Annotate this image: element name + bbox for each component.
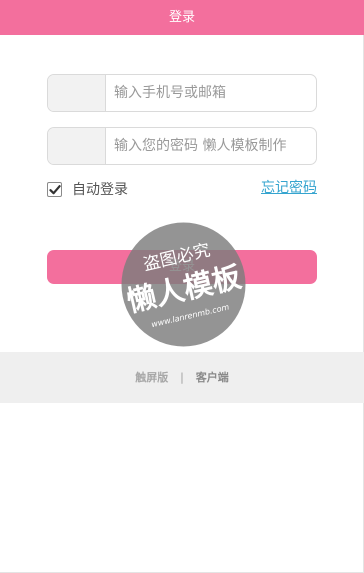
watermark-stamp: 盗图必究 懒人模板 www.lanrenmb.com	[121, 222, 246, 347]
remember-checkbox[interactable]	[47, 181, 62, 197]
username-input[interactable]	[107, 75, 316, 111]
remember-label[interactable]: 自动登录	[72, 179, 128, 199]
password-input[interactable]	[107, 128, 316, 164]
checkmark-icon	[49, 184, 61, 194]
client-link[interactable]: 客户端	[196, 371, 229, 384]
remember-row[interactable]: 自动登录	[47, 178, 128, 200]
watermark-line3: www.lanrenmb.com	[150, 302, 230, 329]
login-button[interactable]: 登录	[47, 250, 317, 284]
forgot-password-link[interactable]: 忘记密码	[261, 178, 317, 198]
password-prefix-box	[48, 128, 106, 164]
watermark-circle	[121, 222, 246, 347]
footer-separator: |	[180, 371, 184, 384]
username-prefix-box	[48, 75, 106, 111]
footer-bar: 触屏版 | 客户端	[0, 352, 364, 403]
password-field[interactable]	[47, 127, 317, 165]
username-field[interactable]	[47, 74, 317, 112]
page-header: 登录	[0, 0, 364, 35]
page-title: 登录	[168, 10, 195, 25]
touch-version-link[interactable]: 触屏版	[135, 371, 168, 384]
